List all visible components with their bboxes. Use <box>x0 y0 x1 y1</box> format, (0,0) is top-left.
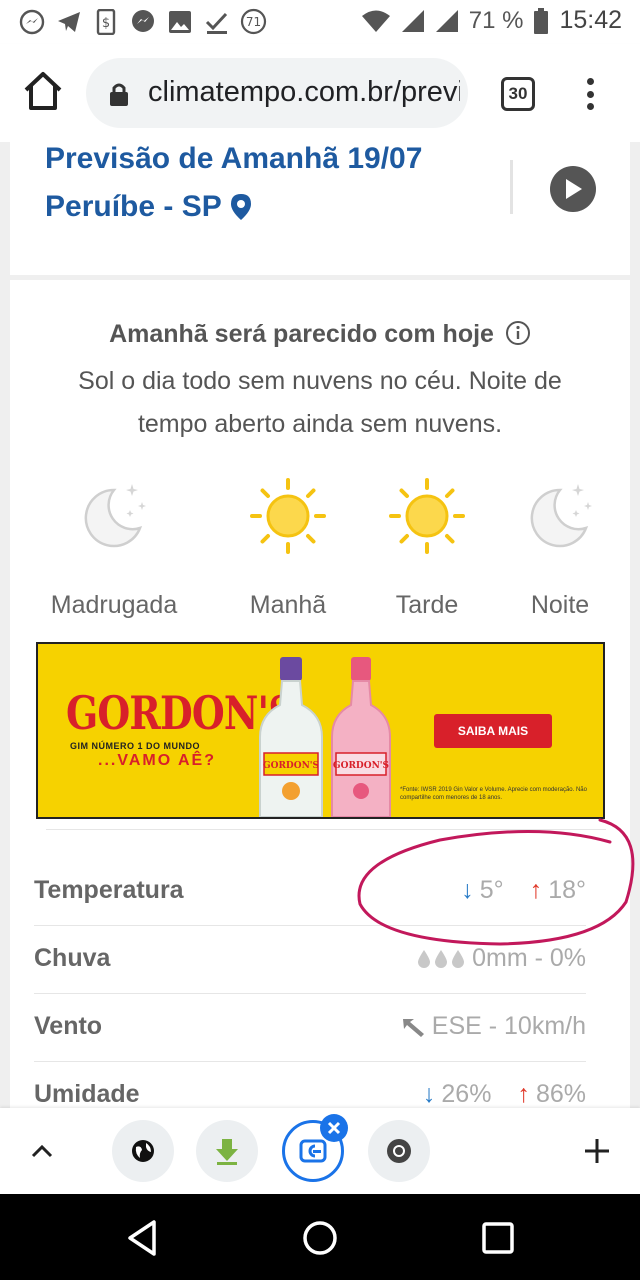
moon-stars-icon <box>530 484 592 548</box>
wind-label: Vento <box>34 1012 103 1040</box>
money-phone-icon: $ <box>92 8 119 35</box>
address-bar[interactable]: climatempo.com.br/previsao <box>86 58 468 128</box>
task-done-icon <box>203 8 230 35</box>
ad-cta-button[interactable]: SAIBA MAIS <box>434 714 552 748</box>
recents-icon[interactable] <box>476 1216 520 1260</box>
play-video-button[interactable] <box>550 166 596 212</box>
summary-heading: Amanhã será parecido com hoje <box>109 320 494 348</box>
rain-value: 0mm - 0% <box>472 944 586 972</box>
header-divider <box>510 160 513 214</box>
page-content: Previsão de Amanhã 19/07 Peruíbe - SP Am… <box>0 142 640 1108</box>
signal-icon <box>401 9 424 32</box>
gallery-icon <box>166 8 193 35</box>
telegram-icon <box>55 8 82 35</box>
day-periods: Madrugada Manhã Tarde Noite <box>10 476 630 619</box>
url-text: climatempo.com.br/previsao <box>148 76 460 109</box>
home-icon <box>24 72 62 110</box>
globe-icon <box>132 1140 154 1162</box>
tab-strip <box>0 1108 640 1194</box>
map-pin-icon <box>230 194 251 220</box>
arrow-down-icon: ↓ <box>422 1080 436 1108</box>
location-name: Peruíbe - SP <box>45 190 222 223</box>
tab-switcher-button[interactable]: 30 <box>501 77 535 111</box>
notification-count: 71 <box>246 15 261 29</box>
wind-row: Vento ESE - 10km/h <box>34 994 586 1062</box>
arrow-down-icon: ↓ <box>461 876 474 904</box>
home-button[interactable] <box>20 68 66 114</box>
climatempo-favicon-icon <box>299 1139 327 1163</box>
humidity-min: 26% <box>441 1080 492 1108</box>
info-icon[interactable] <box>505 320 531 346</box>
ad-slogan: ...VAMO AÊ? <box>98 752 216 769</box>
period-label: Madrugada <box>50 591 178 619</box>
close-icon <box>327 1121 341 1135</box>
lock-icon <box>110 83 128 106</box>
gin-bottle-image: GORDON'S <box>259 657 323 817</box>
gordons-ad-banner[interactable]: GORDON'S GIM NÚMERO 1 DO MUNDO ...VAMO A… <box>36 642 605 819</box>
home-circle-icon[interactable] <box>298 1216 342 1260</box>
temperature-label: Temperatura <box>34 876 184 904</box>
clock-time: 15:42 <box>559 6 622 34</box>
forecast-title: Previsão de Amanhã 19/07 <box>45 142 423 175</box>
svg-text:$: $ <box>101 16 109 31</box>
period-label: Manhã <box>249 591 327 619</box>
messenger-icon-2 <box>129 8 156 35</box>
period-manha: Manhã <box>208 476 368 620</box>
arrow-up-icon: ↑ <box>517 1080 530 1108</box>
humidity-row: Umidade ↓ 26% ↑ 86% <box>34 1062 586 1108</box>
battery-icon <box>534 7 549 34</box>
rain-label: Chuva <box>34 944 111 972</box>
moon-stars-icon <box>84 484 146 548</box>
battery-percent: 71 % <box>468 6 524 34</box>
download-icon <box>216 1139 238 1165</box>
system-navigation-bar <box>0 1194 640 1280</box>
back-icon[interactable] <box>122 1216 166 1260</box>
wifi-icon <box>361 10 390 32</box>
close-tab-button[interactable] <box>320 1114 348 1142</box>
summary-title: Amanhã será parecido com hoje <box>10 320 630 349</box>
ad-subtitle: GIM NÚMERO 1 DO MUNDO <box>70 741 201 751</box>
sun-icon <box>250 478 326 554</box>
forecast-header-card: Previsão de Amanhã 19/07 Peruíbe - SP <box>10 142 630 275</box>
wind-value-group: ESE - 10km/h <box>400 1012 586 1041</box>
sun-icon <box>389 478 465 554</box>
arrow-up-icon: ↑ <box>529 876 543 904</box>
temperature-min: 5° <box>479 876 504 904</box>
temperature-row: Temperatura ↓ 5° ↑ 18° <box>34 858 586 926</box>
pink-gin-bottle-image: GORDON'S <box>331 657 391 817</box>
play-icon <box>566 179 582 199</box>
browser-toolbar: climatempo.com.br/previsao 30 <box>0 44 640 142</box>
notification-count-icon: 71 <box>240 8 267 35</box>
humidity-label: Umidade <box>34 1080 140 1108</box>
ad-separator <box>46 829 606 830</box>
svg-text:GORDON'S: GORDON'S <box>263 761 319 771</box>
svg-text:GORDON'S: GORDON'S <box>333 761 389 771</box>
tab-chrome[interactable] <box>368 1120 430 1182</box>
chevron-up-icon[interactable] <box>28 1138 56 1166</box>
period-label: Noite <box>530 591 590 619</box>
new-tab-plus-icon[interactable] <box>580 1134 614 1168</box>
chrome-icon <box>387 1139 411 1163</box>
overflow-menu-button[interactable] <box>577 72 603 116</box>
period-noite: Noite <box>480 476 640 620</box>
rain-value-group: 0mm - 0% <box>416 944 586 973</box>
humidity-max: 86% <box>535 1080 586 1108</box>
raindrops-icon <box>418 949 465 968</box>
wind-direction-icon <box>402 1018 424 1037</box>
messenger-icon <box>18 8 45 35</box>
rain-row: Chuva 0mm - 0% <box>34 926 586 994</box>
ad-fine-print: *Fonte: IWSR 2019 Gin Valor e Volume. Ap… <box>400 787 587 801</box>
wind-value: ESE - 10km/h <box>431 1012 586 1040</box>
signal-icon-2 <box>435 9 458 32</box>
url-value: climatempo.com.br/previsao <box>148 76 460 108</box>
tab-download[interactable] <box>196 1120 258 1182</box>
tab-globe[interactable] <box>112 1120 174 1182</box>
status-bar: $ 71 71 % 15:42 <box>0 0 640 44</box>
temperature-max: 18° <box>548 876 586 904</box>
summary-text: Sol o dia todo sem nuvens no céu. Noite … <box>78 367 562 438</box>
humidity-value: ↓ 26% ↑ 86% <box>423 1080 586 1108</box>
location-link[interactable]: Peruíbe - SP <box>45 190 252 224</box>
temperature-value: ↓ 5° ↑ 18° <box>461 876 586 905</box>
period-madrugada: Madrugada <box>34 476 194 620</box>
